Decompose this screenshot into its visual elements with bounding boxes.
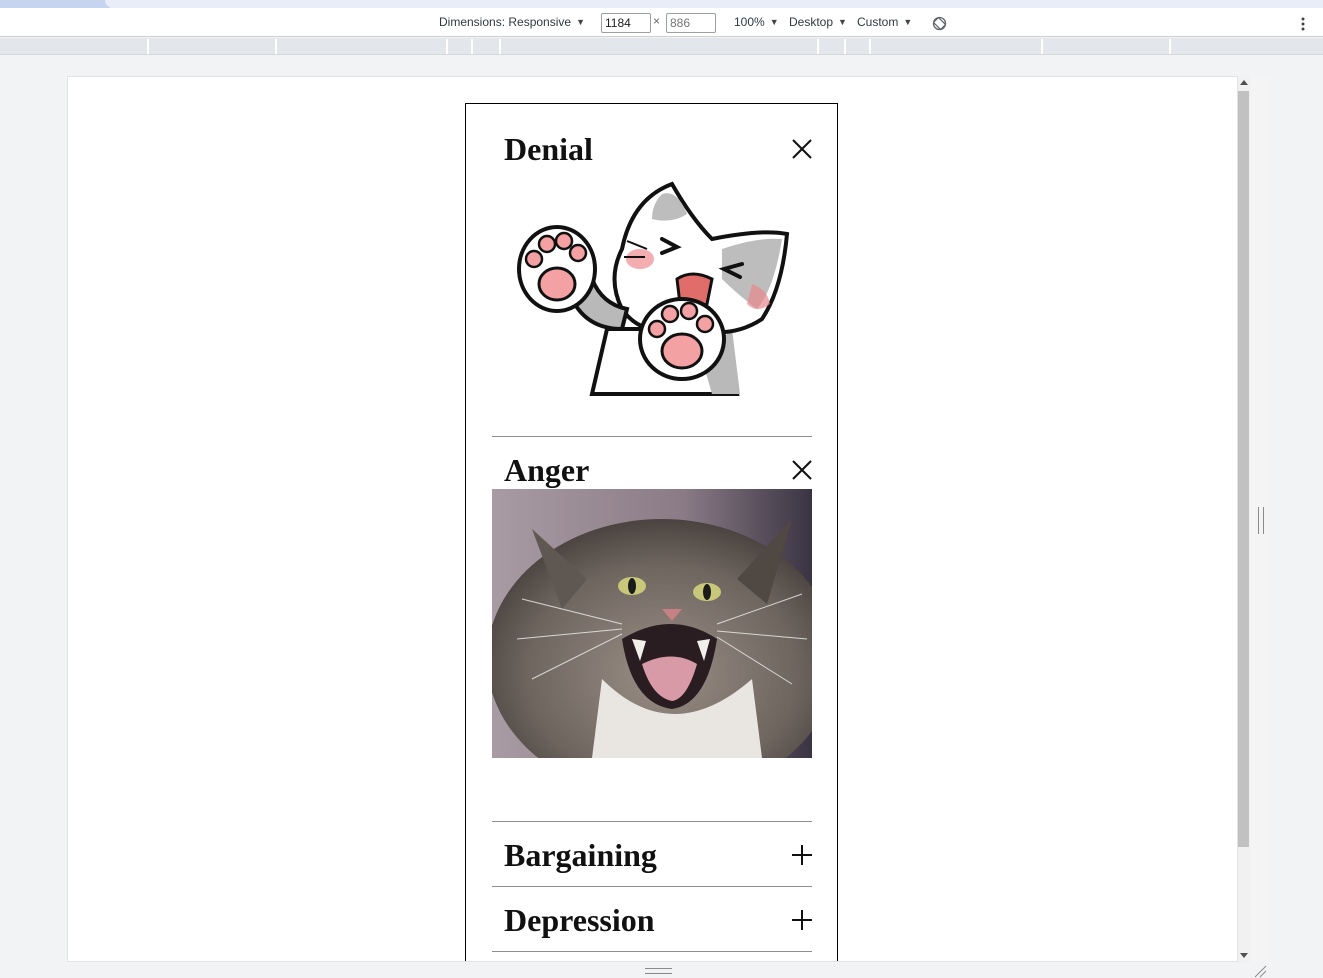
resize-handle-bottom[interactable]	[645, 968, 672, 974]
vertical-scrollbar[interactable]	[1238, 76, 1250, 962]
media-query-marker[interactable]	[147, 39, 149, 54]
media-query-marker[interactable]	[817, 39, 819, 54]
scroll-down-arrow-icon[interactable]	[1240, 953, 1248, 958]
width-input[interactable]	[601, 13, 651, 33]
dimensions-dropdown[interactable]: Dimensions: Responsive ▼	[439, 15, 585, 29]
media-query-marker[interactable]	[446, 39, 448, 54]
scroll-up-arrow-icon[interactable]	[1240, 80, 1248, 85]
device-viewport: Denial Anger Bargaining Depression	[67, 76, 1238, 962]
chevron-down-icon: ▼	[576, 17, 585, 27]
close-icon[interactable]	[791, 459, 813, 481]
height-input[interactable]	[666, 13, 716, 33]
chevron-down-icon: ▼	[838, 17, 847, 27]
device-type-dropdown[interactable]: Desktop ▼	[789, 15, 847, 29]
section-title[interactable]: Depression	[504, 904, 655, 936]
more-vert-icon[interactable]	[1297, 16, 1309, 32]
plus-icon[interactable]	[791, 844, 813, 866]
tab-strip-background	[105, 0, 1323, 8]
media-query-marker[interactable]	[1041, 39, 1043, 54]
media-query-bar[interactable]	[0, 38, 1323, 55]
zoom-label: 100%	[734, 15, 765, 29]
section-title[interactable]: Anger	[504, 454, 589, 486]
media-query-marker[interactable]	[844, 39, 846, 54]
resize-handle-corner[interactable]	[1253, 964, 1267, 978]
media-query-marker[interactable]	[1169, 39, 1171, 54]
cartoon-cat-image	[517, 181, 790, 396]
chevron-down-icon: ▼	[903, 17, 913, 27]
throttle-dropdown[interactable]: Custom ▼	[857, 15, 912, 29]
media-query-marker[interactable]	[275, 39, 277, 54]
resize-handle-right[interactable]	[1258, 507, 1264, 534]
device-toolbar: Dimensions: Responsive ▼ × 100% ▼ Deskto…	[0, 8, 1323, 37]
scrollbar-thumb[interactable]	[1238, 91, 1249, 847]
close-icon[interactable]	[791, 138, 813, 160]
browser-tab-strip	[0, 0, 1323, 8]
accordion: Denial Anger Bargaining Depression	[465, 103, 838, 961]
zoom-dropdown[interactable]: 100% ▼	[734, 15, 779, 29]
section-divider	[492, 886, 812, 887]
throttle-label: Custom	[857, 15, 899, 29]
hissing-cat-photo	[492, 489, 812, 758]
rotate-icon[interactable]	[932, 16, 947, 31]
media-query-marker[interactable]	[499, 39, 501, 54]
section-divider	[492, 951, 812, 952]
active-tab[interactable]	[0, 0, 110, 8]
section-title[interactable]: Bargaining	[504, 839, 657, 871]
dimensions-label: Dimensions: Responsive	[439, 15, 572, 29]
section-divider	[492, 436, 812, 437]
device-type-label: Desktop	[789, 15, 834, 29]
times-separator: ×	[653, 14, 661, 28]
chevron-down-icon: ▼	[769, 17, 779, 27]
media-query-marker[interactable]	[869, 39, 871, 54]
media-query-marker[interactable]	[471, 39, 473, 54]
plus-icon[interactable]	[791, 909, 813, 931]
section-title[interactable]: Denial	[504, 133, 593, 165]
section-divider	[492, 821, 812, 822]
